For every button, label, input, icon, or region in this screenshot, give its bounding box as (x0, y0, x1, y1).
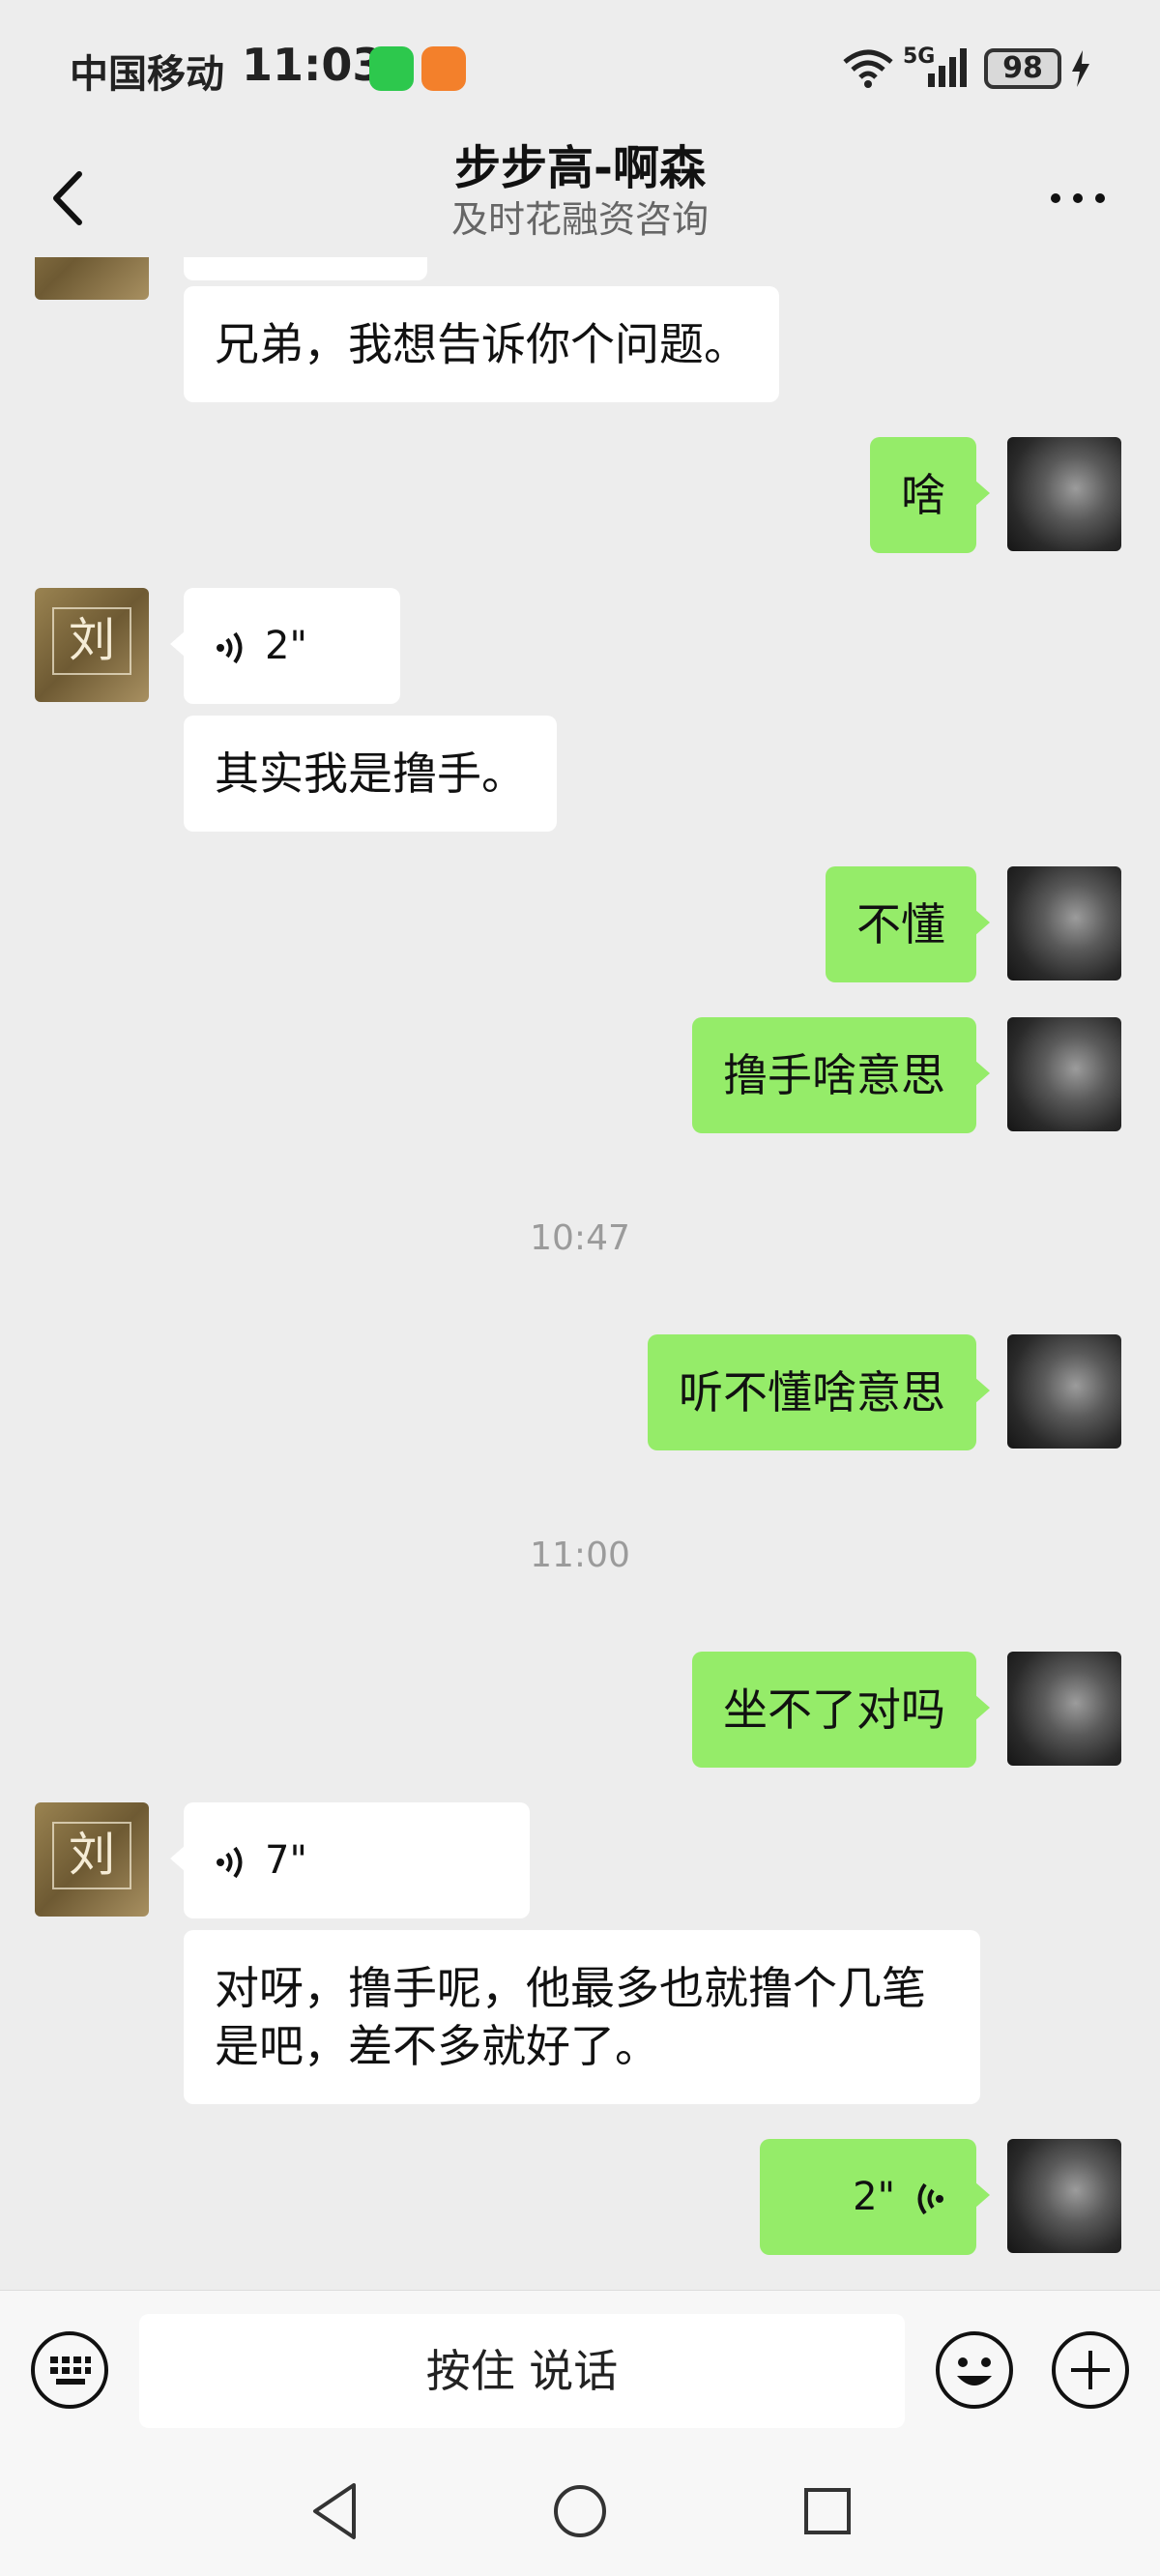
wechat-app-icon (369, 46, 414, 91)
shopping-app-icon (421, 46, 466, 91)
voice-message-incoming[interactable]: 2" (170, 588, 400, 704)
clock: 11:03 (242, 39, 384, 91)
system-recent-apps-icon[interactable] (798, 2477, 856, 2545)
message-bubble-outgoing[interactable]: 坐不了对吗 (692, 1652, 990, 1768)
hold-to-talk-button[interactable]: 按住 说话 (139, 2314, 905, 2428)
message-text: 坐不了对吗 (723, 1683, 945, 1736)
message-bubble-partial[interactable] (184, 257, 427, 280)
message-text: 对呀，撸手呢，他最多也就撸个几笔是吧，差不多就好了。 (215, 1962, 926, 2072)
my-avatar[interactable] (1007, 1334, 1121, 1449)
message-text: 兄弟，我想告诉你个问题。 (215, 318, 748, 370)
voice-duration: 7" (265, 1838, 307, 1883)
my-avatar[interactable] (1007, 437, 1121, 551)
system-back-icon[interactable] (305, 2477, 363, 2545)
message-text: 听不懂啥意思 (679, 1366, 945, 1419)
message-bubble-incoming[interactable]: 对呀，撸手呢，他最多也就撸个几笔是吧，差不多就好了。 (184, 1930, 980, 2104)
charging-icon (1072, 50, 1089, 87)
system-navigation-bar (0, 2454, 1160, 2576)
more-dots-icon[interactable] (1044, 174, 1112, 222)
chat-header: 步步高-啊森 及时花融资咨询 (0, 135, 1160, 257)
voice-message-incoming[interactable]: 7" (170, 1802, 530, 1918)
plus-circle-icon[interactable] (1050, 2329, 1131, 2411)
system-home-icon[interactable] (551, 2477, 609, 2545)
contact-avatar[interactable]: 刘 (35, 588, 149, 702)
message-bubble-outgoing[interactable]: 不懂 (826, 866, 990, 982)
voice-duration: 2" (265, 624, 307, 668)
voice-message-outgoing[interactable]: 2" (760, 2139, 990, 2255)
wifi-icon (843, 49, 893, 88)
avatar-glyph: 刘 (68, 613, 115, 667)
voice-wave-icon (217, 631, 243, 664)
message-list[interactable]: 兄弟，我想告诉你个问题。 啥 刘 2" 其实我是撸手。 不懂 撸手啥意思 10:… (0, 257, 1160, 2290)
chat-title: 步步高-啊森 (454, 141, 706, 195)
message-bubble-outgoing[interactable]: 撸手啥意思 (692, 1017, 990, 1133)
message-timestamp: 10:47 (530, 1218, 630, 1258)
message-bubble-outgoing[interactable]: 啥 (870, 437, 990, 553)
message-bubble-outgoing[interactable]: 听不懂啥意思 (648, 1334, 990, 1450)
voice-duration: 2" (853, 2175, 895, 2219)
message-text: 不懂 (856, 898, 945, 951)
avatar-glyph: 刘 (68, 1828, 115, 1882)
my-avatar[interactable] (1007, 1017, 1121, 1131)
keyboard-icon[interactable] (29, 2329, 110, 2411)
message-text: 撸手啥意思 (723, 1049, 945, 1101)
contact-avatar[interactable]: 刘 (35, 1802, 149, 1917)
emoji-icon[interactable] (934, 2329, 1015, 2411)
battery-icon: 98 (984, 48, 1061, 89)
carrier-label: 中国移动 (70, 52, 224, 97)
message-text: 其实我是撸手。 (215, 747, 526, 800)
input-bar: 按住 说话 (0, 2290, 1160, 2454)
chat-subtitle: 及时花融资咨询 (450, 198, 709, 241)
voice-wave-icon (917, 2182, 943, 2215)
my-avatar[interactable] (1007, 866, 1121, 981)
contact-avatar[interactable] (35, 257, 149, 300)
my-avatar[interactable] (1007, 2139, 1121, 2253)
voice-wave-icon (217, 1846, 243, 1879)
message-timestamp: 11:00 (530, 1536, 630, 1575)
my-avatar[interactable] (1007, 1652, 1121, 1766)
message-text: 啥 (901, 469, 945, 521)
message-bubble-incoming[interactable]: 其实我是撸手。 (184, 716, 557, 832)
status-bar: 中国移动 11:03 5G 98 (0, 0, 1160, 135)
signal-icon (928, 48, 967, 87)
message-bubble-incoming[interactable]: 兄弟，我想告诉你个问题。 (184, 286, 779, 402)
